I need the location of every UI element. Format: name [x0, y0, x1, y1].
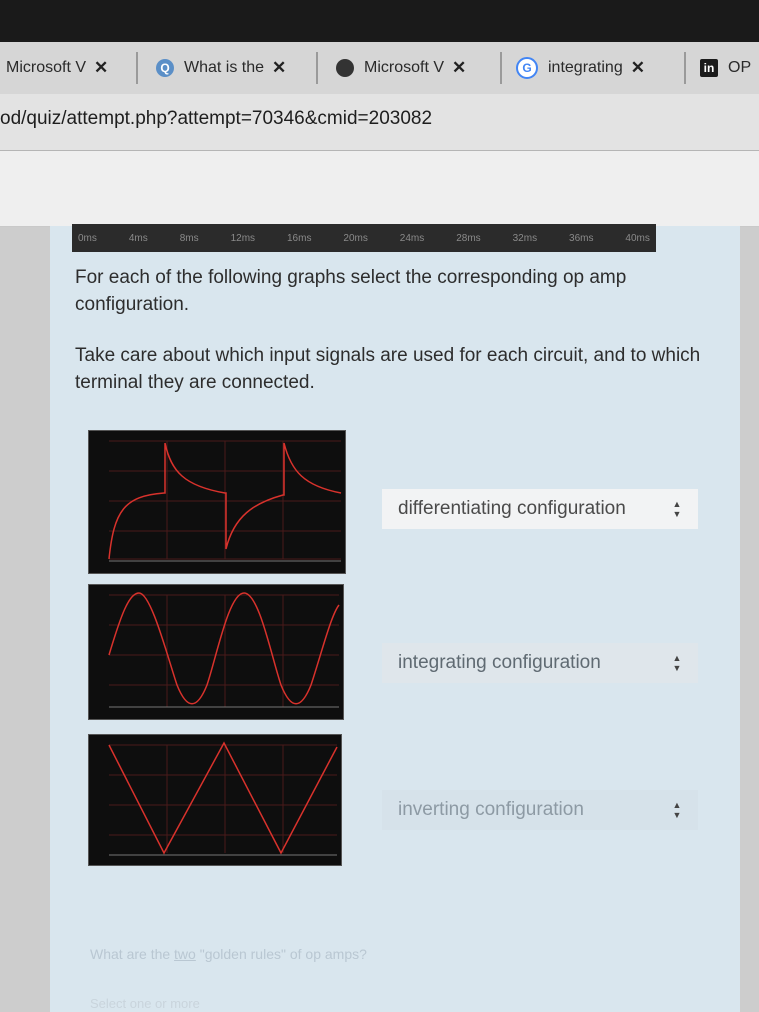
question-instructions: Take care about which input signals are …: [75, 345, 701, 393]
timeline-strip: 0ms 4ms 8ms 12ms 16ms 20ms 24ms 28ms 32m…: [72, 224, 656, 252]
select-value: inverting configuration: [398, 799, 584, 820]
tab-what-is-the[interactable]: Q What is the ✕: [150, 52, 318, 84]
close-icon[interactable]: ✕: [631, 58, 645, 78]
close-icon[interactable]: ✕: [452, 58, 466, 78]
timeline-tick: 20ms: [343, 232, 368, 244]
browser-tab-strip: Microsoft V ✕ Q What is the ✕ Microsoft …: [0, 42, 759, 95]
question-text: For each of the following graphs select …: [75, 267, 627, 315]
next-question-before: What are the: [90, 946, 175, 962]
select-value: differentiating configuration: [398, 498, 626, 519]
close-icon[interactable]: ✕: [272, 58, 286, 78]
linkedin-icon: in: [700, 59, 718, 77]
graph-svg: [108, 741, 338, 856]
trace-line: [108, 592, 340, 705]
graph-differentiator: [88, 430, 346, 574]
select-arrows-icon: ▲▼: [672, 800, 682, 820]
select-value: integrating configuration: [398, 652, 601, 673]
url-text[interactable]: od/quiz/attempt.php?attempt=70346&cmid=2…: [0, 108, 432, 130]
timeline-tick: 4ms: [128, 232, 148, 244]
timeline-tick: 28ms: [456, 232, 481, 244]
answer-select-1[interactable]: differentiating configuration ▲▼: [382, 489, 698, 529]
trace-line: [108, 741, 338, 855]
screen-top-bezel: [0, 0, 759, 42]
circle-icon: [336, 59, 354, 77]
timeline-tick: 16ms: [286, 232, 312, 244]
graph-integrator: [88, 584, 344, 720]
timeline-tick: 12ms: [230, 232, 256, 244]
graph-svg: [108, 440, 342, 562]
tab-label: Microsoft V: [6, 59, 87, 76]
search-icon: Q: [156, 59, 174, 77]
tab-microsoft-2[interactable]: Microsoft V ✕: [330, 52, 502, 84]
tab-label: integrating: [548, 59, 623, 76]
timeline-tick: 40ms: [625, 232, 650, 244]
timeline-tick: 8ms: [179, 232, 199, 244]
tab-integrating[interactable]: G integrating ✕: [510, 52, 686, 84]
timeline-tick: 36ms: [569, 232, 594, 244]
select-arrows-icon: ▲▼: [672, 653, 682, 673]
timeline-tick: 32ms: [512, 232, 538, 244]
timeline-tick: 0ms: [78, 232, 97, 244]
select-arrows-icon: ▲▼: [672, 499, 682, 519]
address-bar[interactable]: od/quiz/attempt.php?attempt=70346&cmid=2…: [0, 94, 759, 151]
next-question-hint: Select one or more: [90, 996, 200, 1011]
graph-inverting: [88, 734, 342, 866]
answer-select-2[interactable]: integrating configuration ▲▼: [382, 643, 698, 683]
close-icon[interactable]: ✕: [94, 58, 108, 78]
tab-label: OP: [728, 59, 752, 76]
next-question-text: What are the two "golden rules" of op am…: [90, 946, 367, 962]
timeline-tick: 24ms: [399, 232, 425, 244]
next-question-after: "golden rules" of op amps?: [195, 946, 367, 962]
tab-label: What is the: [184, 59, 265, 76]
next-question-link[interactable]: two: [174, 946, 196, 962]
tab-microsoft-1[interactable]: Microsoft V ✕: [0, 52, 138, 84]
answer-select-3[interactable]: inverting configuration ▲▼: [382, 790, 698, 830]
tab-label: Microsoft V: [364, 59, 445, 76]
page-header-band: [0, 151, 759, 227]
google-icon: G: [516, 57, 538, 79]
graph-svg: [108, 592, 340, 708]
tab-op[interactable]: in OP: [694, 52, 759, 84]
